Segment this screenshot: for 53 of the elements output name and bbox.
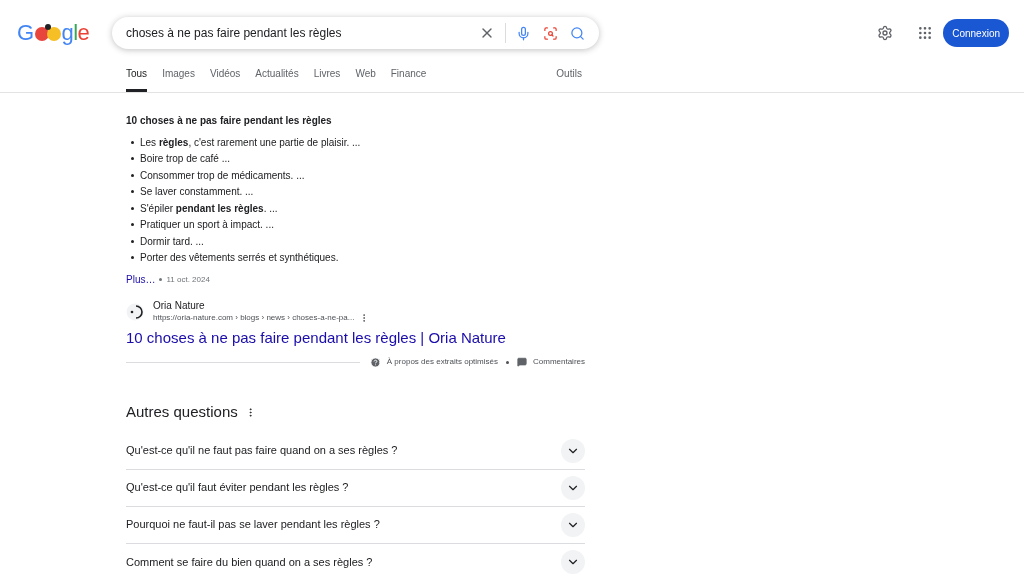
camera-search-icon[interactable] [543,25,558,41]
list-item: Dormir tard. ... [140,234,204,249]
site-logo-icon [126,302,144,321]
search-tab[interactable]: Tous [126,66,148,92]
help-icon [369,356,381,368]
feedback-icon [517,357,527,367]
list-item: Porter des vêtements serrés et synthétiques. [140,251,339,266]
bullet-icon [131,256,134,260]
question-row[interactable]: Qu'est-ce qu'il faut éviter pendant les règles ? [126,469,585,507]
list-item: Les règles, c'est rarement une partie de plaisir. ... [140,135,361,150]
logo-letter: G [17,22,34,44]
result-link[interactable]: 10 choses à ne pas faire pendant les règles | Oria Nature [126,328,585,348]
microphone-icon[interactable] [516,25,531,41]
search-icon[interactable] [570,25,585,41]
bullet-icon [131,223,134,227]
question-row[interactable]: Pourquoi ne faut-il pas se laver pendant les règles ? [126,506,585,544]
site-url: https://oria-nature.com › blogs › news › choses-a-ne-pa... [153,312,355,324]
list-item: Consommer trop de médicaments. ... [140,168,305,183]
bullet-icon [131,140,134,144]
logo-letter: g [61,22,74,44]
search-tab[interactable]: Actualités [255,66,299,92]
doodle-drawing [33,23,62,43]
list-item: S'épiler pendant les règles. ... [140,201,278,216]
date-text: 11 oct. 2024 [166,273,210,286]
search-tab[interactable]: Livres [313,66,341,92]
feedback-link[interactable]: Commentaires [533,356,585,368]
more-link[interactable]: Plus… [126,272,156,287]
tools-tab[interactable]: Outils [556,66,582,92]
search-tab[interactable]: Web [355,66,376,92]
logo-letter: l [73,22,78,44]
apps-grid-icon[interactable] [917,25,934,41]
question-row[interactable]: Comment se faire du bien quand on a ses règles ? [126,543,585,579]
snippet-title: 10 choses à ne pas faire pendant les règles [126,114,333,128]
bullet-icon [131,173,134,177]
list-item: Pratiquer un sport à impact. ... [140,218,274,233]
search-input[interactable]: choses à ne pas faire pendant les règles [126,24,479,42]
search-tab[interactable]: Images [162,66,195,92]
list-item: Se laver constamment. ... [140,185,254,200]
about-link[interactable]: À propos des extraits optimisés [386,356,498,368]
bullet-icon [131,157,134,161]
sign-in-button[interactable]: Connexion [943,19,1009,47]
bullet-icon [131,206,134,210]
question-row[interactable]: Qu'est-ce qu'il ne faut pas faire quand on a ses règles ? [126,432,585,470]
settings-icon[interactable] [877,25,894,41]
search-tab[interactable]: Vidéos [209,66,241,92]
list-item: Boire trop de café ... [140,152,231,167]
bullet-icon [131,190,134,194]
site-name: Oria Nature [153,299,206,312]
search-field[interactable]: choses à ne pas faire pendant les règles [112,17,599,49]
bullet-icon [131,239,134,243]
search-tab[interactable]: Finance [390,66,427,92]
logo-letter: e [77,22,90,44]
section-title: Autres questions [126,402,238,422]
